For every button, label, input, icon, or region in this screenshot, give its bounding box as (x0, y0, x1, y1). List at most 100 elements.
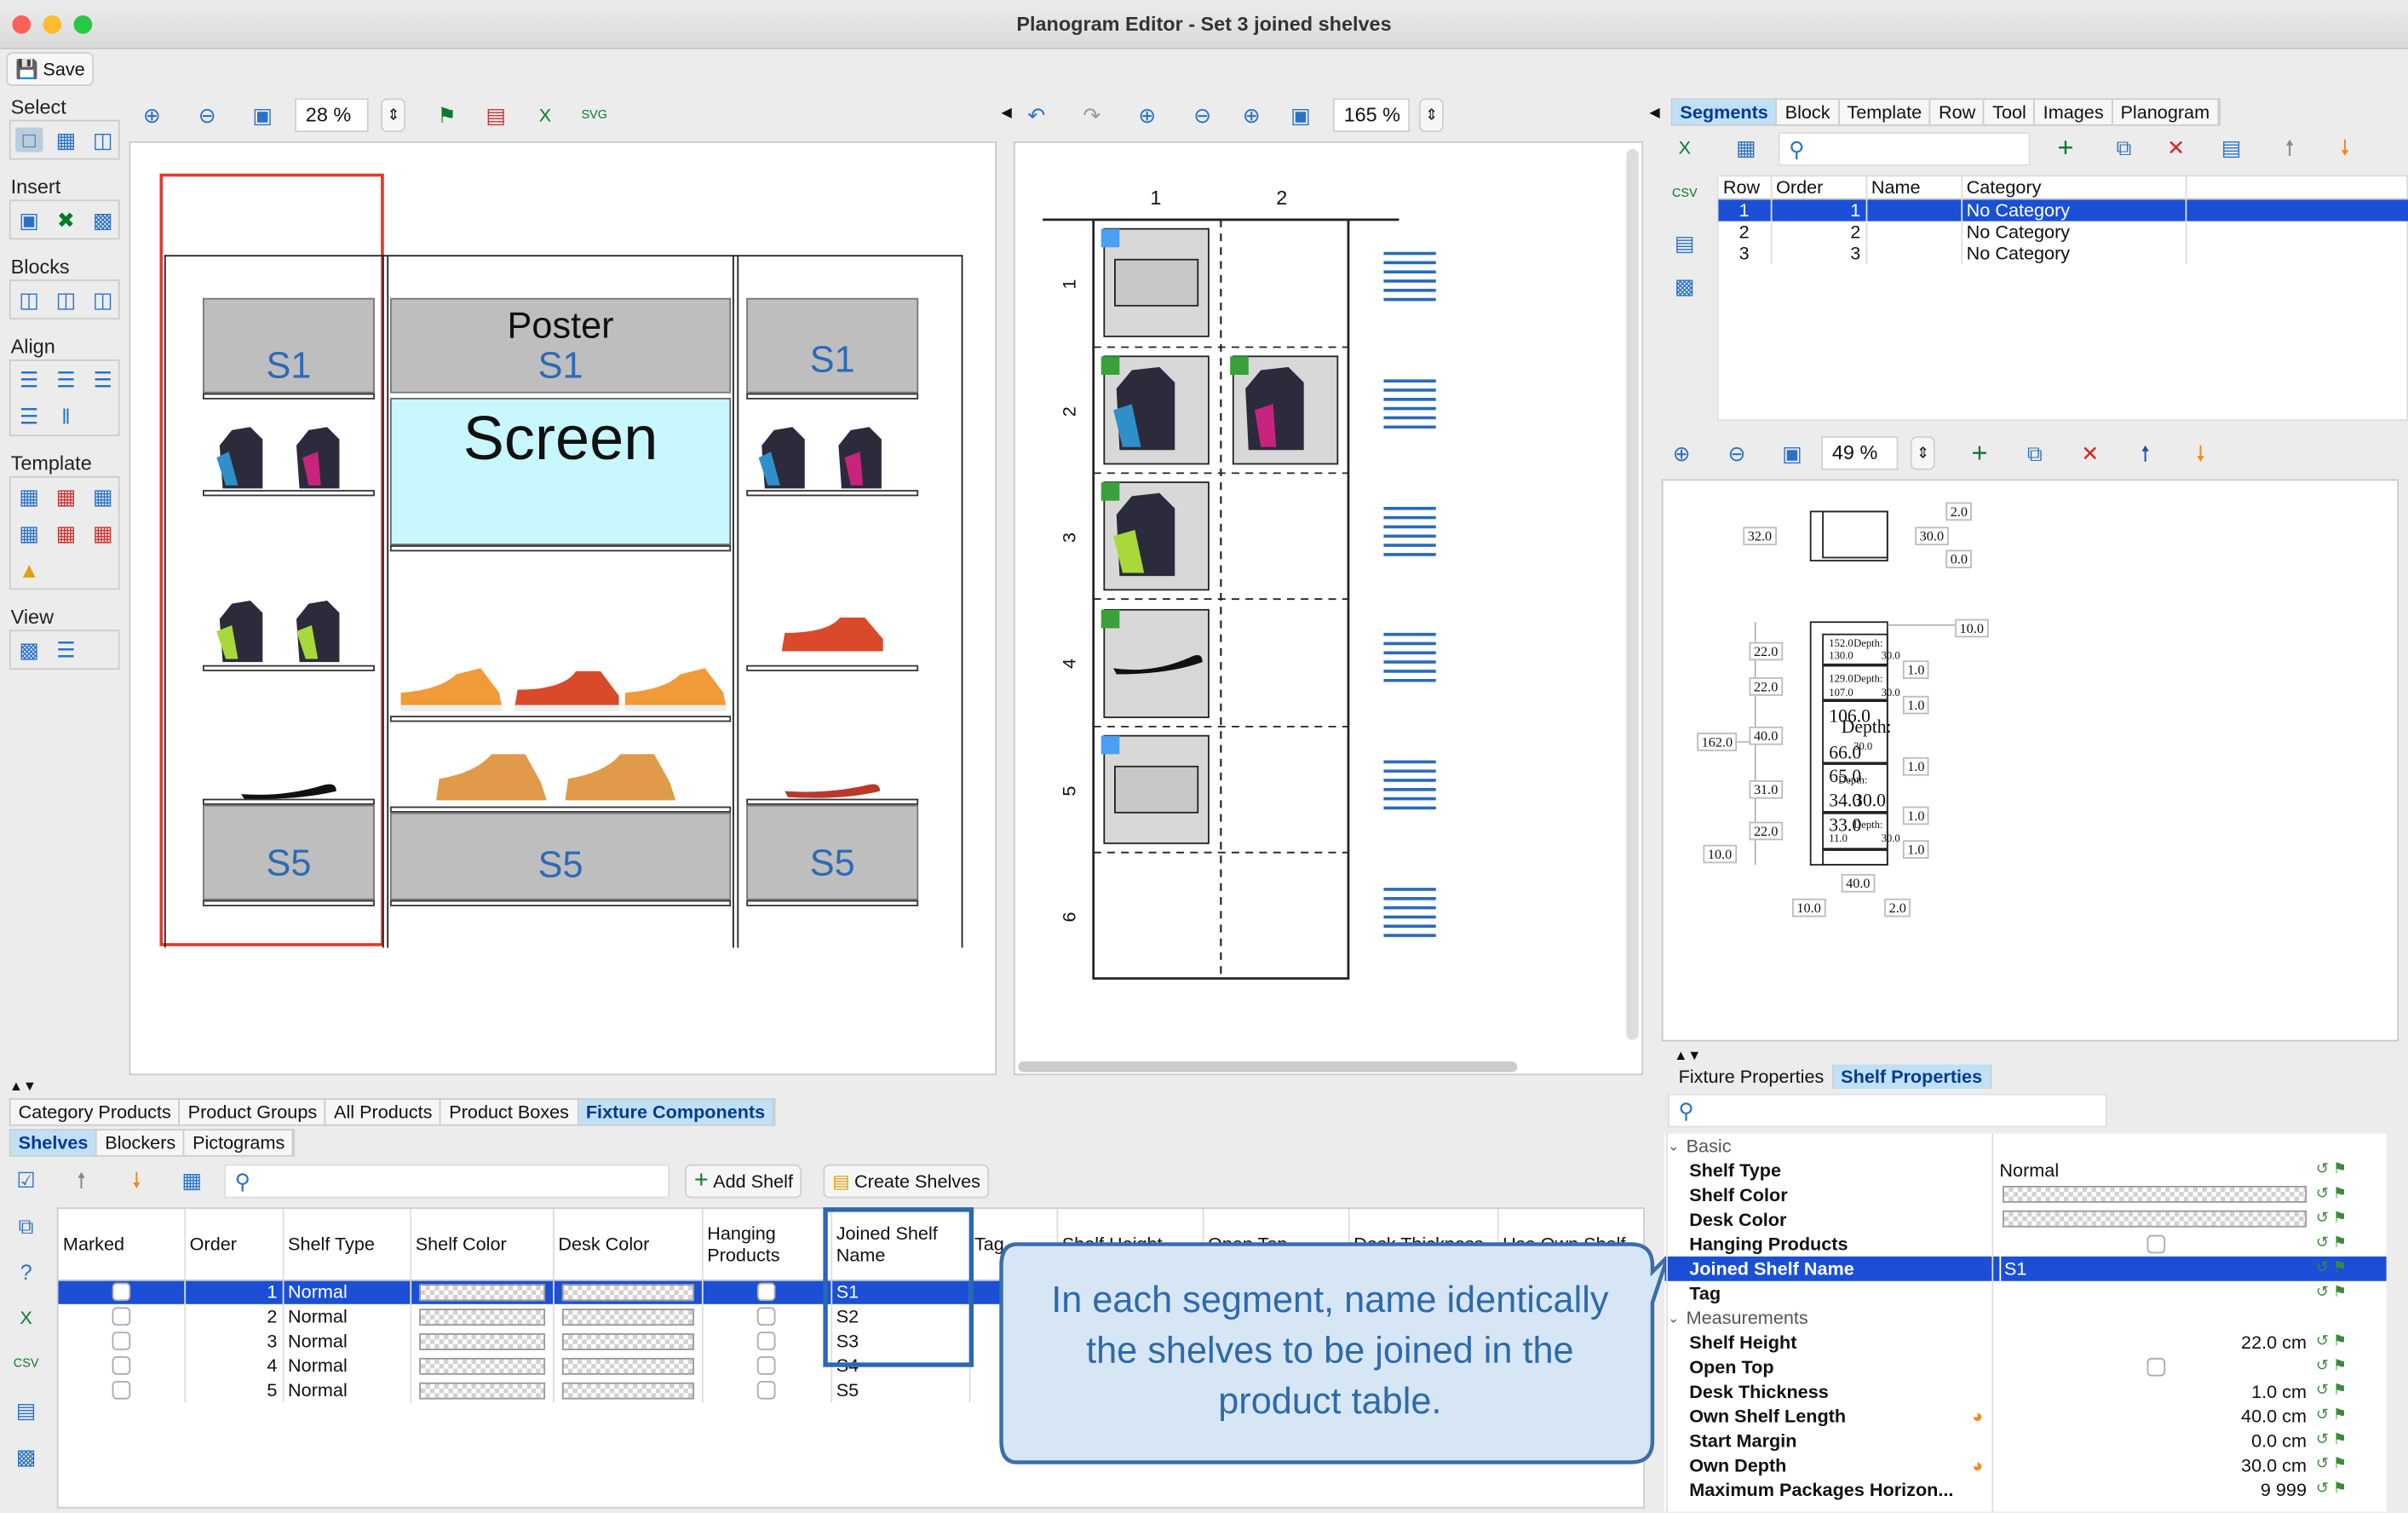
shelf-s1-left[interactable]: S1 (202, 297, 375, 394)
col-marked[interactable]: Marked (58, 1209, 186, 1280)
measurements-section-header[interactable]: ⌄ Measurements (1664, 1306, 2386, 1331)
zoom-in-icon[interactable]: ⊕ (1668, 440, 1695, 465)
insert-text-icon[interactable]: ▩ (89, 207, 117, 232)
tab-blockers[interactable]: Blockers (97, 1130, 186, 1155)
left-zoom-stepper[interactable]: ⇕ (381, 98, 406, 133)
template-1-icon[interactable]: ▦ (15, 484, 43, 509)
undo-icon[interactable]: ↶ (1023, 103, 1050, 128)
prop-shelf-color[interactable]: Shelf Color (1664, 1182, 2386, 1207)
tab-images[interactable]: Images (2036, 100, 2113, 125)
reset-value-icon[interactable]: ↺ ⚑ (2316, 1232, 2347, 1257)
dimension-zoom-field[interactable]: 49 % (1821, 436, 1899, 470)
tab-shelf-properties[interactable]: Shelf Properties (1833, 1064, 1991, 1090)
svg-export-icon[interactable]: SVG (581, 103, 608, 128)
desk-color-swatch[interactable] (560, 1283, 694, 1301)
col-category[interactable]: Category (1961, 176, 2187, 199)
add-shelf-button[interactable]: + Add Shelf (685, 1164, 802, 1199)
check-icon[interactable]: ☑ (12, 1167, 39, 1192)
desk-color-swatch[interactable] (2003, 1210, 2307, 1228)
import-icon[interactable]: ▤ (1671, 230, 1698, 255)
view-tree-icon[interactable]: ☰ (52, 637, 79, 662)
select-grid-icon[interactable]: ▦ (52, 128, 79, 152)
template-3-icon[interactable]: ▦ (89, 484, 117, 509)
select-shape-icon[interactable]: ◫ (89, 128, 117, 152)
reset-value-icon[interactable]: ↺ ⚑ (2316, 1207, 2347, 1232)
reset-value-icon[interactable]: ↺ ⚑ (2316, 1355, 2347, 1379)
tab-shelves[interactable]: Shelves (10, 1130, 98, 1155)
prop-joined-shelf-name[interactable]: Joined Shelf Name S1 (1664, 1256, 2387, 1281)
col-name[interactable]: Name (1865, 176, 1963, 199)
middle-zoom-field[interactable]: 165 % (1332, 98, 1411, 133)
duplicate-icon[interactable]: ⧉ (2021, 440, 2049, 465)
expand-collapse-icons[interactable]: ▲▼ (1674, 1048, 1701, 1063)
reset-value-icon[interactable]: ↺ ⚑ (2316, 1478, 2347, 1503)
hanging-checkbox[interactable] (756, 1307, 776, 1326)
prop-shelf-height[interactable]: Shelf Height 22.0 cm (1664, 1330, 2386, 1355)
align-left-icon[interactable]: ☰ (15, 367, 43, 392)
shelf-color-swatch[interactable] (418, 1332, 545, 1349)
horizontal-scrollbar[interactable] (1018, 1061, 1518, 1073)
hanging-checkbox[interactable] (756, 1356, 776, 1375)
tab-product-boxes[interactable]: Product Boxes (441, 1099, 578, 1125)
fit-icon[interactable]: ▣ (1779, 440, 1806, 465)
align-columns-icon[interactable]: ‖ (52, 404, 79, 429)
template-6-icon[interactable]: ▦ (89, 521, 117, 545)
align-right-icon[interactable]: ☰ (89, 367, 117, 392)
excel-icon[interactable]: X (1671, 135, 1698, 160)
fit-icon[interactable]: ▣ (249, 103, 276, 128)
collapse-right-icon[interactable]: ◀ (1649, 105, 1659, 122)
open-top-checkbox[interactable] (2147, 1357, 2166, 1377)
glove-products-right[interactable] (752, 424, 905, 492)
shelf-s1-right[interactable]: S1 (746, 297, 919, 394)
prop-desk-thickness[interactable]: Desk Thickness 1.0 cm (1664, 1379, 2386, 1404)
screen-product[interactable]: Screen (389, 397, 732, 546)
prop-tag[interactable]: Tag (1664, 1281, 2386, 1306)
desk-color-swatch[interactable] (560, 1356, 694, 1374)
marked-checkbox[interactable] (112, 1307, 130, 1326)
prop-shelf-type[interactable]: Shelf Type Normal (1664, 1158, 2386, 1182)
hanging-checkbox[interactable] (2147, 1234, 2166, 1254)
shelf-color-swatch[interactable] (418, 1356, 545, 1374)
template-4-icon[interactable]: ▦ (15, 521, 43, 545)
tab-category-products[interactable]: Category Products (11, 1099, 181, 1125)
table-settings-icon[interactable]: ▦ (1733, 135, 1760, 160)
tab-product-groups[interactable]: Product Groups (181, 1099, 327, 1125)
middle-zoom-stepper[interactable]: ⇕ (1418, 98, 1445, 133)
move-up-icon[interactable]: 🠕 (2131, 440, 2158, 465)
hanging-checkbox[interactable] (756, 1282, 776, 1302)
table-settings-icon[interactable]: ▦ (178, 1167, 205, 1192)
vertical-scrollbar[interactable] (1626, 148, 1639, 1040)
select-arrow-icon[interactable]: □ (15, 127, 43, 152)
move-down-icon[interactable]: 🠗 (2187, 440, 2214, 465)
glove-products-row2[interactable] (210, 597, 364, 664)
col-shelf-color[interactable]: Shelf Color (410, 1209, 554, 1280)
override-icon[interactable]: ◕ (1972, 1404, 1983, 1429)
shelf-color-swatch[interactable] (418, 1283, 545, 1301)
chart-icon[interactable]: ▩ (1671, 273, 1698, 298)
reset-value-icon[interactable]: ↺ ⚑ (2316, 1379, 2347, 1404)
hanging-checkbox[interactable] (756, 1332, 776, 1350)
import-icon[interactable]: ▤ (12, 1398, 39, 1423)
reset-value-icon[interactable]: ↺ ⚑ (2316, 1404, 2347, 1429)
pdf-icon[interactable]: ▤ (482, 103, 509, 128)
col-desk-color[interactable]: Desk Color (553, 1209, 703, 1280)
zoom-in-icon[interactable]: ⊕ (138, 103, 165, 128)
tab-planogram[interactable]: Planogram (2112, 100, 2219, 125)
shelf-s1-poster[interactable]: Poster S1 (389, 297, 732, 394)
add-icon[interactable]: + (1966, 440, 1993, 467)
shelf-color-swatch[interactable] (418, 1308, 545, 1326)
move-up-icon[interactable]: 🠕 (2276, 135, 2303, 160)
schematic-canvas[interactable]: 1 2 1 2 3 4 5 6 (1013, 141, 1644, 1076)
marked-checkbox[interactable] (112, 1332, 130, 1350)
col-shelf-type[interactable]: Shelf Type (282, 1209, 411, 1280)
move-up-icon[interactable]: 🠕 (67, 1167, 95, 1192)
table-row[interactable]: 3 3 No Category (1718, 242, 2408, 265)
reset-value-icon[interactable]: ↺ ⚑ (2316, 1429, 2347, 1453)
tab-template[interactable]: Template (1839, 100, 1932, 125)
zoom-in-icon[interactable]: ⊕ (1134, 103, 1161, 128)
template-5-icon[interactable]: ▦ (52, 521, 79, 545)
zoom-reset-icon[interactable]: ⊕ (1238, 103, 1265, 128)
segments-search-field[interactable]: ⚲ (1778, 132, 2031, 166)
flat-shoe-product[interactable] (238, 776, 345, 801)
planogram-canvas[interactable]: S1 Poster S1 S1 Screen S5 S5 S5 (129, 141, 997, 1076)
